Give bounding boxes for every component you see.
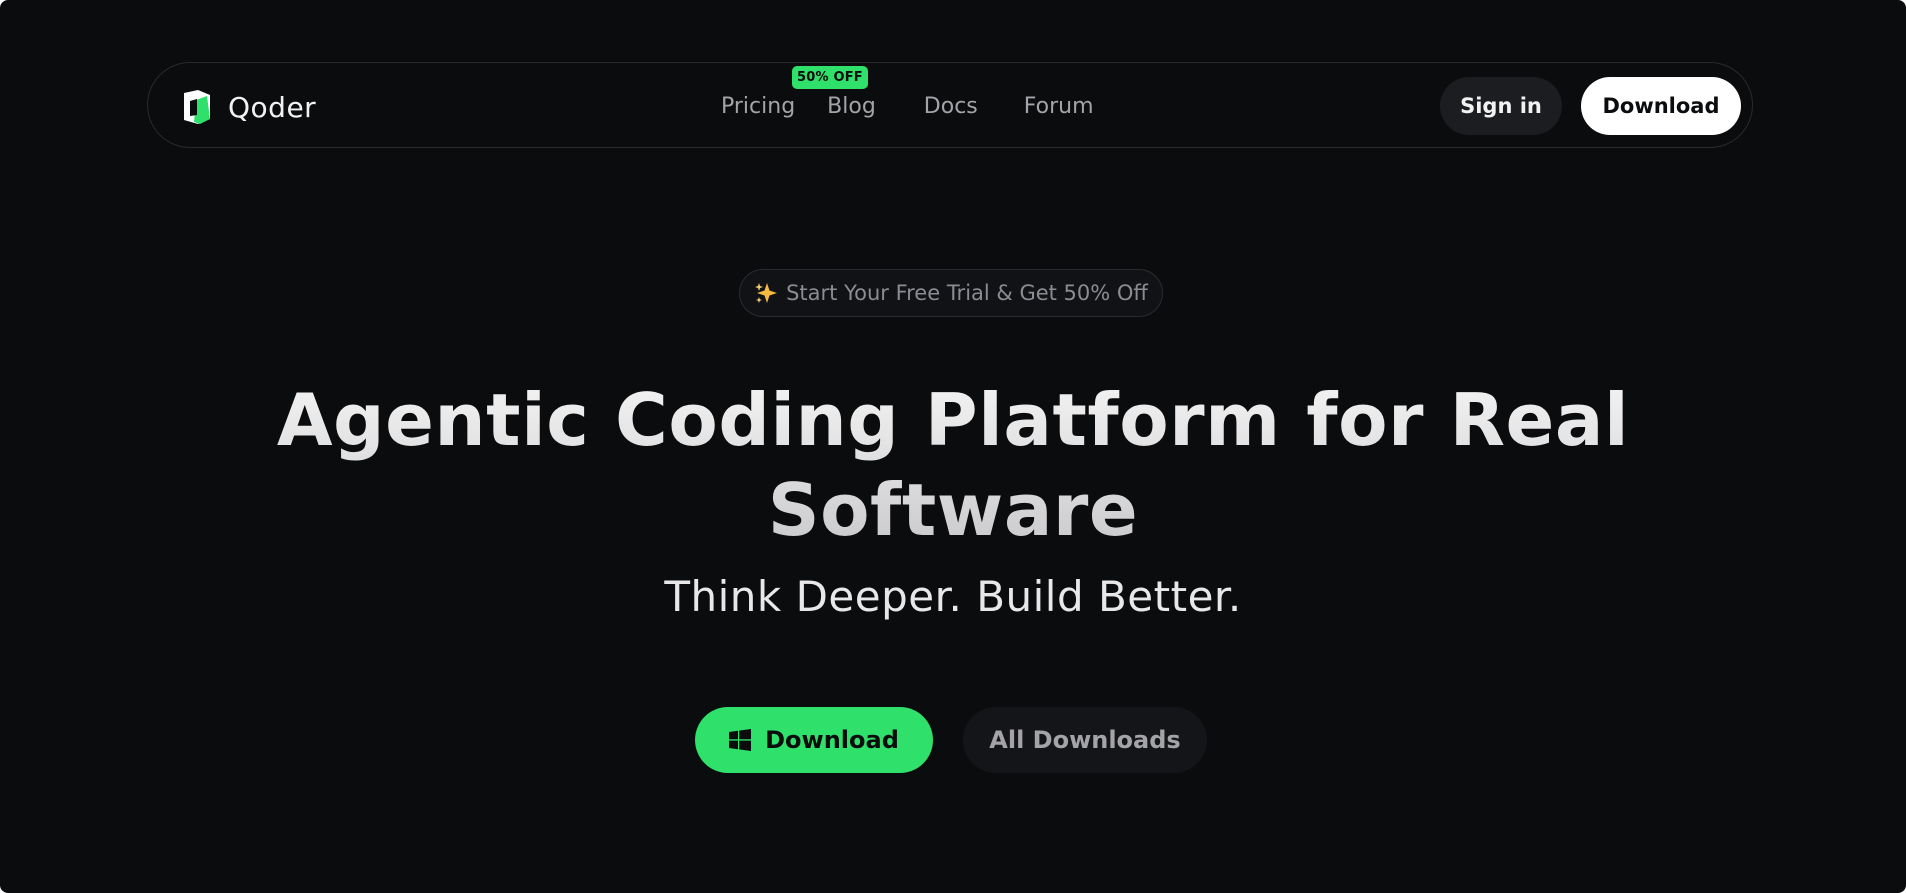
windows-icon: [729, 729, 752, 751]
sign-in-button[interactable]: Sign in: [1440, 77, 1562, 135]
brand-name: Qoder: [228, 90, 317, 124]
page: Qoder Pricing 50% OFF Blog Docs Forum Si…: [0, 0, 1906, 893]
nav-link-label: Pricing: [721, 93, 796, 119]
hero-subtitle: Think Deeper. Build Better.: [664, 572, 1242, 621]
discount-badge: 50% OFF: [792, 65, 868, 89]
primary-download-label: Download: [765, 726, 899, 754]
nav-links: Pricing 50% OFF Blog Docs Forum: [721, 63, 1094, 149]
nav-link-blog[interactable]: Blog: [827, 94, 876, 119]
brand-logo-link[interactable]: Qoder: [180, 89, 316, 125]
promo-banner[interactable]: Start Your Free Trial & Get 50% Off: [739, 269, 1163, 317]
primary-download-button[interactable]: Download: [695, 707, 933, 773]
nav-link-pricing[interactable]: Pricing 50% OFF: [721, 65, 868, 119]
hero-title: Agentic Coding Platform for Real Softwar…: [253, 375, 1653, 555]
all-downloads-button[interactable]: All Downloads: [963, 707, 1207, 773]
promo-text: Start Your Free Trial & Get 50% Off: [786, 281, 1148, 305]
nav-download-button[interactable]: Download: [1581, 77, 1741, 135]
sparkle-icon: [754, 281, 778, 305]
qoder-logo-icon: [180, 89, 214, 125]
top-navbar: Qoder Pricing 50% OFF Blog Docs Forum Si…: [147, 62, 1753, 148]
nav-link-forum[interactable]: Forum: [1024, 94, 1094, 119]
nav-link-docs[interactable]: Docs: [924, 94, 978, 119]
